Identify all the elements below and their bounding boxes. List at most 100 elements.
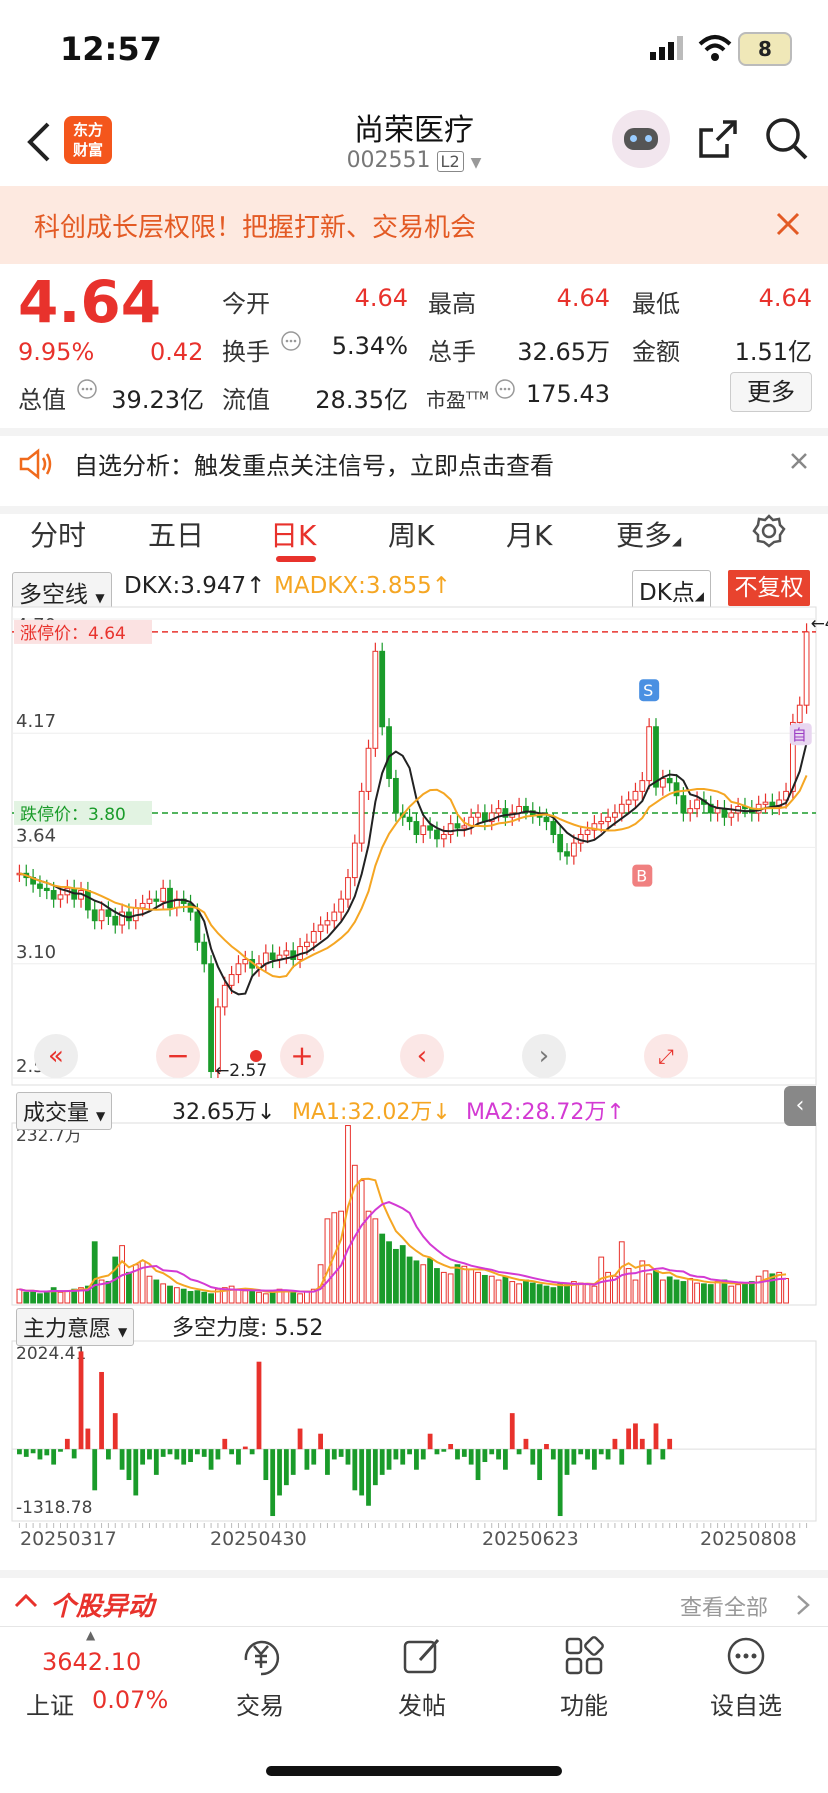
force-bar — [441, 1449, 447, 1452]
tab-intraday[interactable]: 分时 — [30, 514, 86, 554]
tab-daily-k[interactable]: 日K — [270, 514, 316, 554]
close-icon[interactable] — [790, 452, 808, 470]
volume-bar — [372, 1218, 379, 1304]
candle — [358, 790, 365, 844]
scroll-right-button[interactable]: › — [522, 1034, 566, 1078]
force-bar — [106, 1449, 111, 1460]
volume-bar — [632, 1279, 639, 1304]
status-bar: 12:57 8 — [0, 0, 828, 95]
force-bar — [537, 1449, 543, 1481]
zoom-in-button[interactable]: + — [280, 1034, 324, 1078]
force-bar — [598, 1449, 604, 1455]
post-icon[interactable] — [402, 1636, 444, 1676]
volume-bar — [187, 1291, 194, 1304]
back-icon[interactable] — [26, 122, 52, 162]
nav-function[interactable]: 功能 — [524, 1686, 644, 1721]
volume-bar — [653, 1270, 659, 1304]
volume-bar — [173, 1287, 180, 1304]
force-bar — [263, 1449, 269, 1481]
force-bar — [564, 1449, 570, 1475]
force-bar — [352, 1449, 358, 1491]
open-value: 4.64 — [354, 284, 408, 312]
nav-post[interactable]: 发帖 — [362, 1686, 482, 1721]
adjust-select[interactable]: 不复权 — [728, 570, 810, 606]
chevron-up-icon[interactable] — [14, 1592, 38, 1608]
info-icon[interactable] — [280, 330, 302, 352]
index-name[interactable]: 上证 — [26, 1686, 74, 1721]
volume-bar — [23, 1291, 30, 1304]
force-bar — [639, 1438, 645, 1450]
stock-code-row[interactable]: 002551 L2 ▼ — [250, 148, 578, 173]
volume-bar — [365, 1210, 372, 1304]
volume-current: 32.65万↓ — [172, 1100, 276, 1125]
force-bar — [85, 1428, 91, 1450]
wifi-icon — [698, 35, 732, 61]
collapse-panel-button[interactable]: ‹ — [784, 1086, 816, 1126]
volume-bar — [37, 1293, 43, 1304]
volume-indicator-select[interactable]: 成交量 ▼ — [16, 1092, 113, 1130]
volume-bar — [543, 1285, 550, 1304]
volume-bar — [776, 1271, 783, 1304]
volume-bar — [126, 1271, 132, 1304]
scroll-left-button[interactable]: ‹ — [400, 1034, 444, 1078]
scroll-start-button[interactable]: « — [34, 1034, 78, 1078]
candle — [324, 920, 331, 926]
candle — [228, 974, 235, 986]
volume-bar — [591, 1285, 598, 1304]
volume-bar — [406, 1256, 413, 1304]
fullscreen-icon[interactable]: ⤢ — [644, 1034, 688, 1078]
x-axis-label: 20250317 — [20, 1528, 117, 1550]
volume-bar — [646, 1273, 653, 1304]
volume-bar — [557, 1283, 564, 1304]
close-icon[interactable] — [776, 212, 800, 236]
volume-bar — [249, 1291, 256, 1304]
volume-bar — [687, 1278, 694, 1304]
active-tab-indicator — [276, 556, 316, 562]
force-bar — [17, 1449, 22, 1455]
dk-point-toggle[interactable]: DK点◢ — [632, 570, 712, 610]
tab-more[interactable]: 更多◢ — [616, 514, 681, 554]
volume-bar — [461, 1265, 468, 1304]
force-bar — [544, 1444, 549, 1450]
tab-monthly-k[interactable]: 月K — [506, 514, 552, 554]
volume-bar — [509, 1281, 516, 1304]
volume-bar — [235, 1288, 242, 1304]
volume-bar — [666, 1276, 673, 1304]
force-bar — [133, 1449, 139, 1496]
nav-add-favorite[interactable]: 设自选 — [686, 1686, 806, 1721]
search-icon[interactable] — [764, 116, 810, 162]
force-bar — [236, 1449, 241, 1465]
assistant-avatar-icon[interactable] — [612, 110, 670, 168]
share-icon[interactable] — [697, 118, 739, 160]
more-button[interactable]: 更多 — [730, 372, 812, 412]
zoom-out-button[interactable]: − — [156, 1034, 200, 1078]
grid-icon[interactable] — [564, 1636, 604, 1676]
candle — [317, 924, 324, 932]
settings-gear-icon[interactable] — [752, 514, 786, 548]
volume-bar — [57, 1291, 64, 1304]
tab-five-day[interactable]: 五日 — [148, 514, 204, 554]
position-dot — [250, 1050, 262, 1062]
force-bar — [194, 1449, 200, 1455]
index-value[interactable]: 3642.10 — [42, 1648, 141, 1676]
volume-bar — [536, 1284, 543, 1304]
force-bar — [325, 1449, 330, 1475]
info-icon[interactable] — [76, 378, 98, 400]
force-bar — [509, 1413, 515, 1450]
high-label: 最高 — [428, 290, 476, 318]
force-bar — [208, 1449, 214, 1470]
view-all-link[interactable]: 查看全部 — [680, 1590, 768, 1622]
add-favorite-icon[interactable] — [726, 1636, 766, 1676]
force-bar — [112, 1413, 118, 1450]
info-icon[interactable] — [494, 378, 516, 400]
dkx-value: DKX:3.947↑ — [124, 573, 266, 599]
volume-bar — [392, 1248, 399, 1304]
trade-icon[interactable] — [238, 1636, 284, 1676]
force-indicator-select[interactable]: 主力意愿 ▼ — [16, 1308, 135, 1346]
volume-bar — [16, 1288, 23, 1304]
x-axis-label: 20250808 — [700, 1528, 797, 1550]
tab-weekly-k[interactable]: 周K — [388, 514, 434, 554]
volume-bar — [481, 1274, 488, 1304]
force-bar — [626, 1428, 632, 1450]
nav-trade[interactable]: 交易 — [200, 1686, 320, 1721]
